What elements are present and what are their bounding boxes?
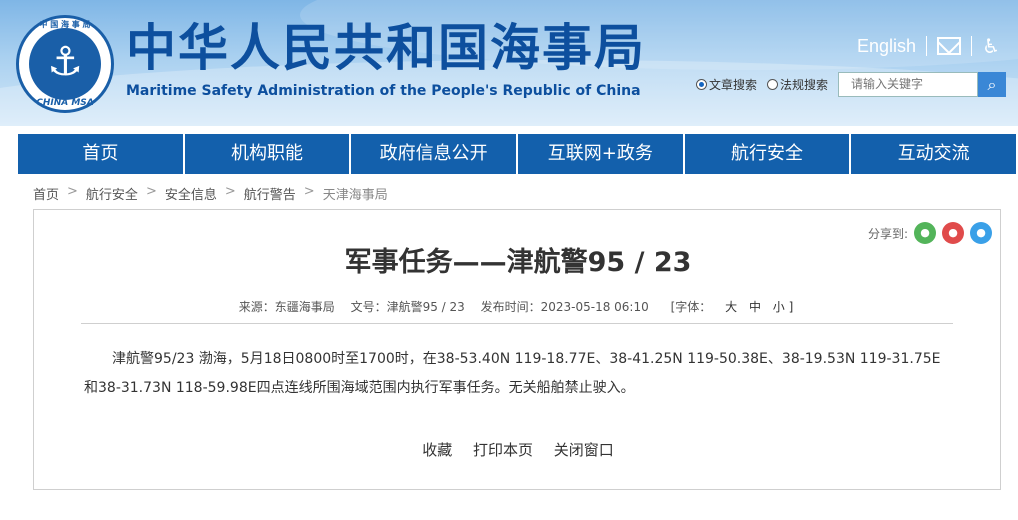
article-source: 来源：东疆海事局 bbox=[238, 300, 335, 314]
english-link[interactable]: English bbox=[857, 36, 916, 57]
main-nav: 首页 机构职能 政府信息公开 互联网+政务 航行安全 互动交流 bbox=[18, 134, 1018, 174]
chevron-right-icon: > bbox=[67, 184, 78, 199]
print-button[interactable]: 打印本页 bbox=[473, 441, 533, 459]
nav-item-functions[interactable]: 机构职能 bbox=[184, 134, 351, 174]
law-search-label[interactable]: 法规搜索 bbox=[780, 76, 828, 93]
article-doc-number: 文号：津航警95 / 23 bbox=[350, 300, 465, 314]
mail-icon[interactable] bbox=[937, 37, 962, 55]
font-size-label: [字体： bbox=[670, 300, 712, 314]
top-links: English ♿ bbox=[857, 34, 1000, 58]
breadcrumb-item[interactable]: 航行警告 bbox=[244, 184, 296, 203]
divider bbox=[971, 36, 973, 56]
anchor-icon: ⚓ bbox=[47, 39, 83, 85]
logo-emblem: ⚓ bbox=[29, 28, 101, 100]
font-size-control: [字体： 大 中 小 ] bbox=[665, 300, 798, 314]
article-panel: 分享到: ● ● ● 军事任务——津航警95 / 23 来源：东疆海事局 文号：… bbox=[33, 209, 1001, 490]
chevron-right-icon: > bbox=[224, 184, 236, 199]
article-search-radio[interactable] bbox=[696, 78, 707, 90]
search-icon[interactable]: ⌕ bbox=[978, 71, 1007, 97]
law-search-radio[interactable] bbox=[767, 78, 779, 90]
favorite-button[interactable]: 收藏 bbox=[422, 441, 452, 459]
search-input[interactable] bbox=[838, 71, 979, 97]
search-bar: 文章搜索 法规搜索 ⌕ bbox=[696, 71, 1007, 97]
nav-item-home[interactable]: 首页 bbox=[18, 134, 184, 174]
font-size-small[interactable]: 小 ] bbox=[773, 300, 794, 314]
nav-item-navigation-safety[interactable]: 航行安全 bbox=[684, 134, 851, 174]
font-size-medium[interactable]: 中 bbox=[749, 300, 761, 314]
article-title: 军事任务——津航警95 / 23 bbox=[344, 247, 692, 278]
breadcrumb: 首页 > 航行安全 > 安全信息 > 航行警告 > 天津海事局 bbox=[33, 184, 388, 203]
breadcrumb-item[interactable]: 首页 bbox=[33, 184, 59, 203]
divider bbox=[81, 323, 953, 324]
accessibility-icon[interactable]: ♿ bbox=[982, 34, 1000, 58]
logo-text-bottom: CHINA MSA bbox=[36, 98, 94, 108]
site-title-cn[interactable]: 中华人民共和国海事局 bbox=[126, 20, 646, 76]
chevron-right-icon: > bbox=[145, 184, 157, 199]
font-size-large[interactable]: 大 bbox=[725, 300, 737, 314]
nav-item-internet-gov[interactable]: 互联网+政务 bbox=[518, 134, 684, 174]
breadcrumb-item[interactable]: 航行安全 bbox=[86, 184, 138, 203]
article-actions: 收藏 打印本页 关闭窗口 bbox=[34, 439, 1002, 460]
chevron-right-icon: > bbox=[303, 184, 315, 199]
msa-logo[interactable]: 中 国 海 事 局 ⚓ CHINA MSA bbox=[16, 15, 114, 113]
article-publish-time: 发布时间：2023-05-18 06:10 bbox=[480, 300, 649, 314]
divider bbox=[926, 36, 928, 56]
nav-item-interaction[interactable]: 互动交流 bbox=[851, 134, 1018, 174]
article-search-label[interactable]: 文章搜索 bbox=[709, 76, 757, 93]
site-title-en: Maritime Safety Administration of the Pe… bbox=[126, 83, 641, 99]
breadcrumb-item[interactable]: 安全信息 bbox=[165, 184, 217, 203]
nav-item-gov-info[interactable]: 政府信息公开 bbox=[351, 134, 518, 174]
site-header: 中 国 海 事 局 ⚓ CHINA MSA 中华人民共和国海事局 Maritim… bbox=[0, 0, 1018, 126]
breadcrumb-current[interactable]: 天津海事局 bbox=[323, 184, 388, 203]
article-body: 津航警95/23 渤海，5月18日0800时至1700时，在38-53.40N … bbox=[84, 351, 941, 396]
close-window-button[interactable]: 关闭窗口 bbox=[554, 441, 614, 459]
share-label: 分享到: bbox=[867, 226, 908, 241]
article-meta: 来源：东疆海事局 文号：津航警95 / 23 发布时间：2023-05-18 0… bbox=[34, 298, 1002, 315]
